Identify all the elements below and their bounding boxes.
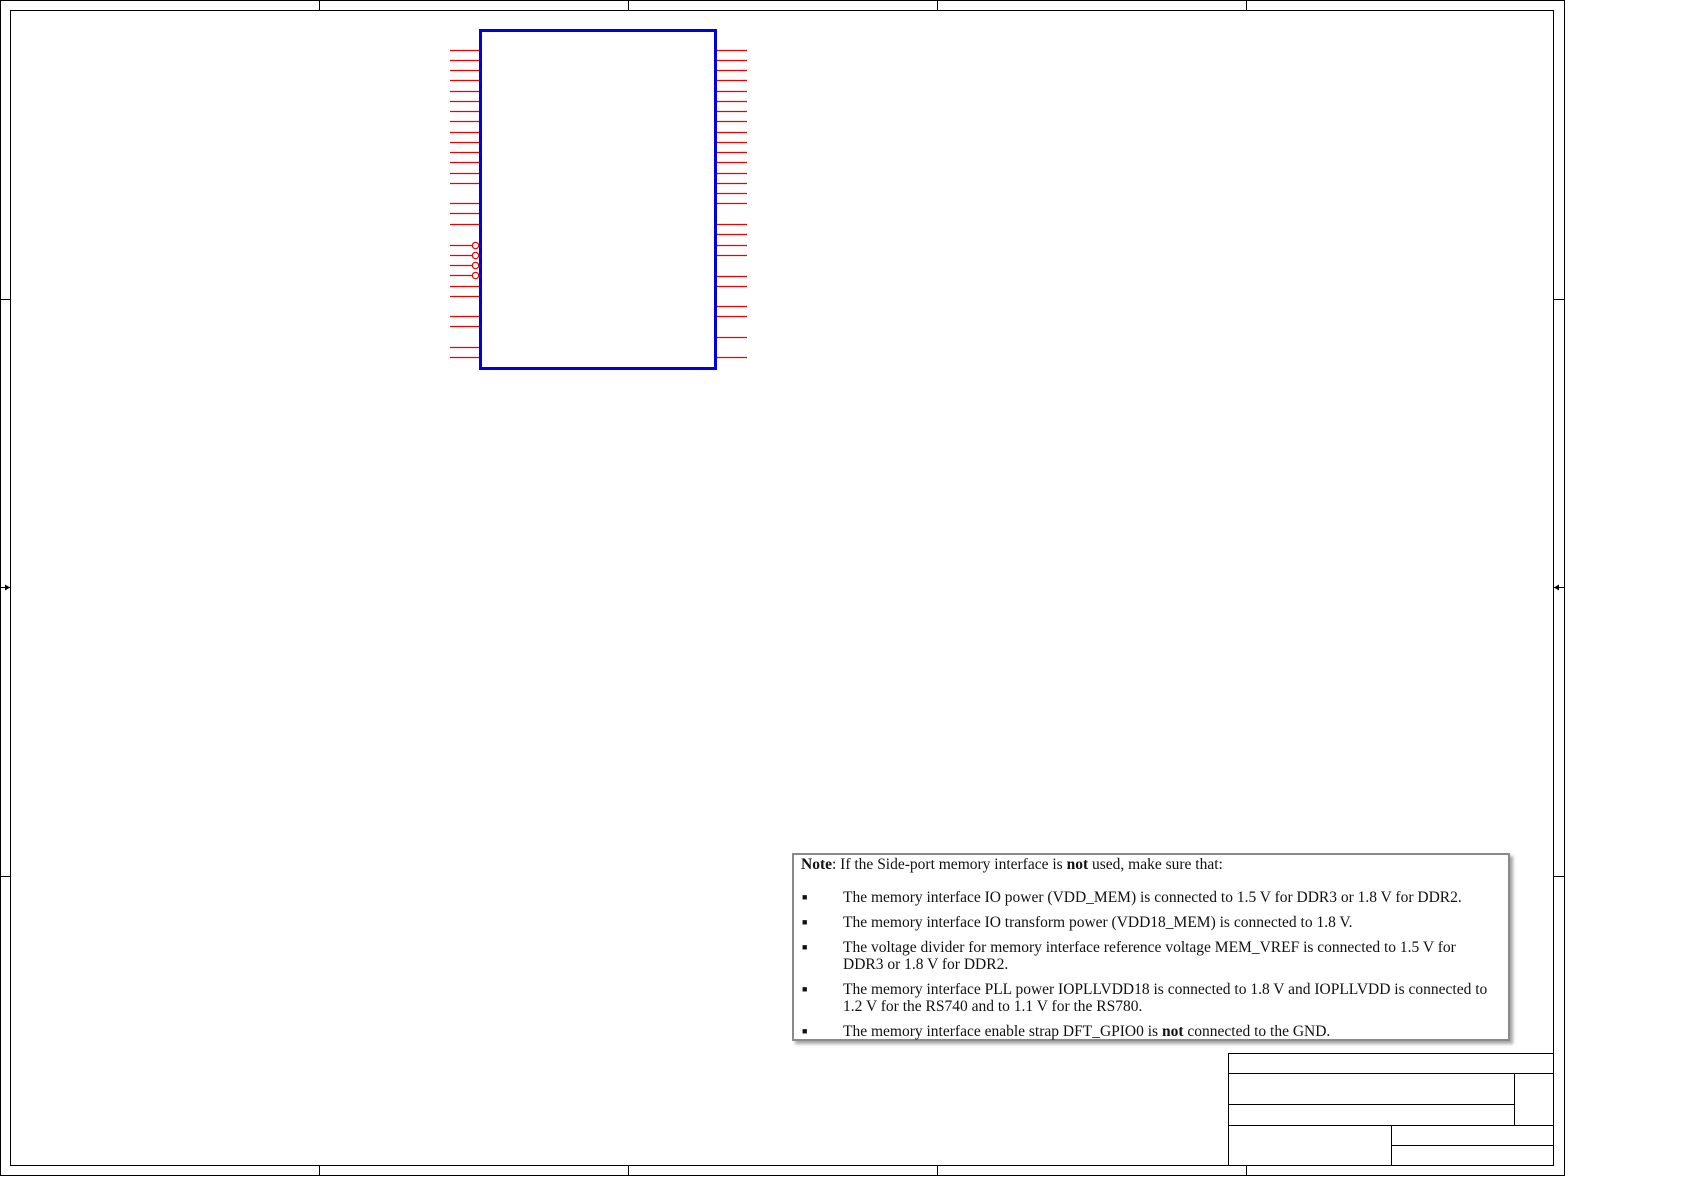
note-item-text-a: The memory interface enable strap DFT_GP… — [843, 1023, 1162, 1040]
title-block — [1228, 1053, 1554, 1166]
note-intro-not: not — [1066, 856, 1089, 873]
note-intro: Note: If the Side-port memory interface … — [801, 856, 1500, 873]
bullet-icon: ■ — [802, 942, 808, 952]
inversion-bubbles — [471, 241, 480, 280]
note-intro-b: used, make sure that: — [1088, 856, 1223, 873]
bullet-icon: ■ — [802, 892, 808, 902]
list-item: ■ The memory interface IO transform power… — [801, 914, 1500, 931]
list-item: ■ The memory interface enable strap DFT_G… — [801, 1023, 1500, 1040]
note-item-text: The memory interface PLL power IOPLLVDD1… — [843, 981, 1488, 1015]
list-item: ■ The voltage divider for memory interfac… — [801, 939, 1500, 973]
bullet-icon: ■ — [802, 917, 808, 927]
list-item: ■ The memory interface IO power (VDD_MEM)… — [801, 889, 1500, 906]
right-pins — [717, 49, 747, 359]
note-box: Note: If the Side-port memory interface … — [792, 853, 1510, 1041]
left-pins — [450, 49, 479, 359]
bullet-icon: ■ — [802, 984, 808, 994]
bullet-icon: ■ — [802, 1026, 808, 1036]
center-arrow-left-icon — [0, 584, 10, 591]
note-list: ■ The memory interface IO power (VDD_MEM)… — [801, 889, 1500, 1040]
list-item: ■ The memory interface PLL power IOPLLVDD… — [801, 981, 1500, 1015]
note-item-not: not — [1161, 1023, 1184, 1040]
center-arrow-right-icon — [1554, 584, 1565, 591]
note-item-text-b: connected to the GND. — [1183, 1023, 1331, 1040]
note-item-text: The voltage divider for memory interface… — [843, 939, 1456, 973]
note-label: Note — [801, 856, 832, 873]
ic-body — [479, 29, 717, 370]
note-item-text: The memory interface IO transform power … — [843, 914, 1353, 931]
note-intro-a: : If the Side-port memory interface is — [832, 856, 1067, 873]
note-item-text: The memory interface IO power (VDD_MEM) … — [843, 889, 1462, 906]
